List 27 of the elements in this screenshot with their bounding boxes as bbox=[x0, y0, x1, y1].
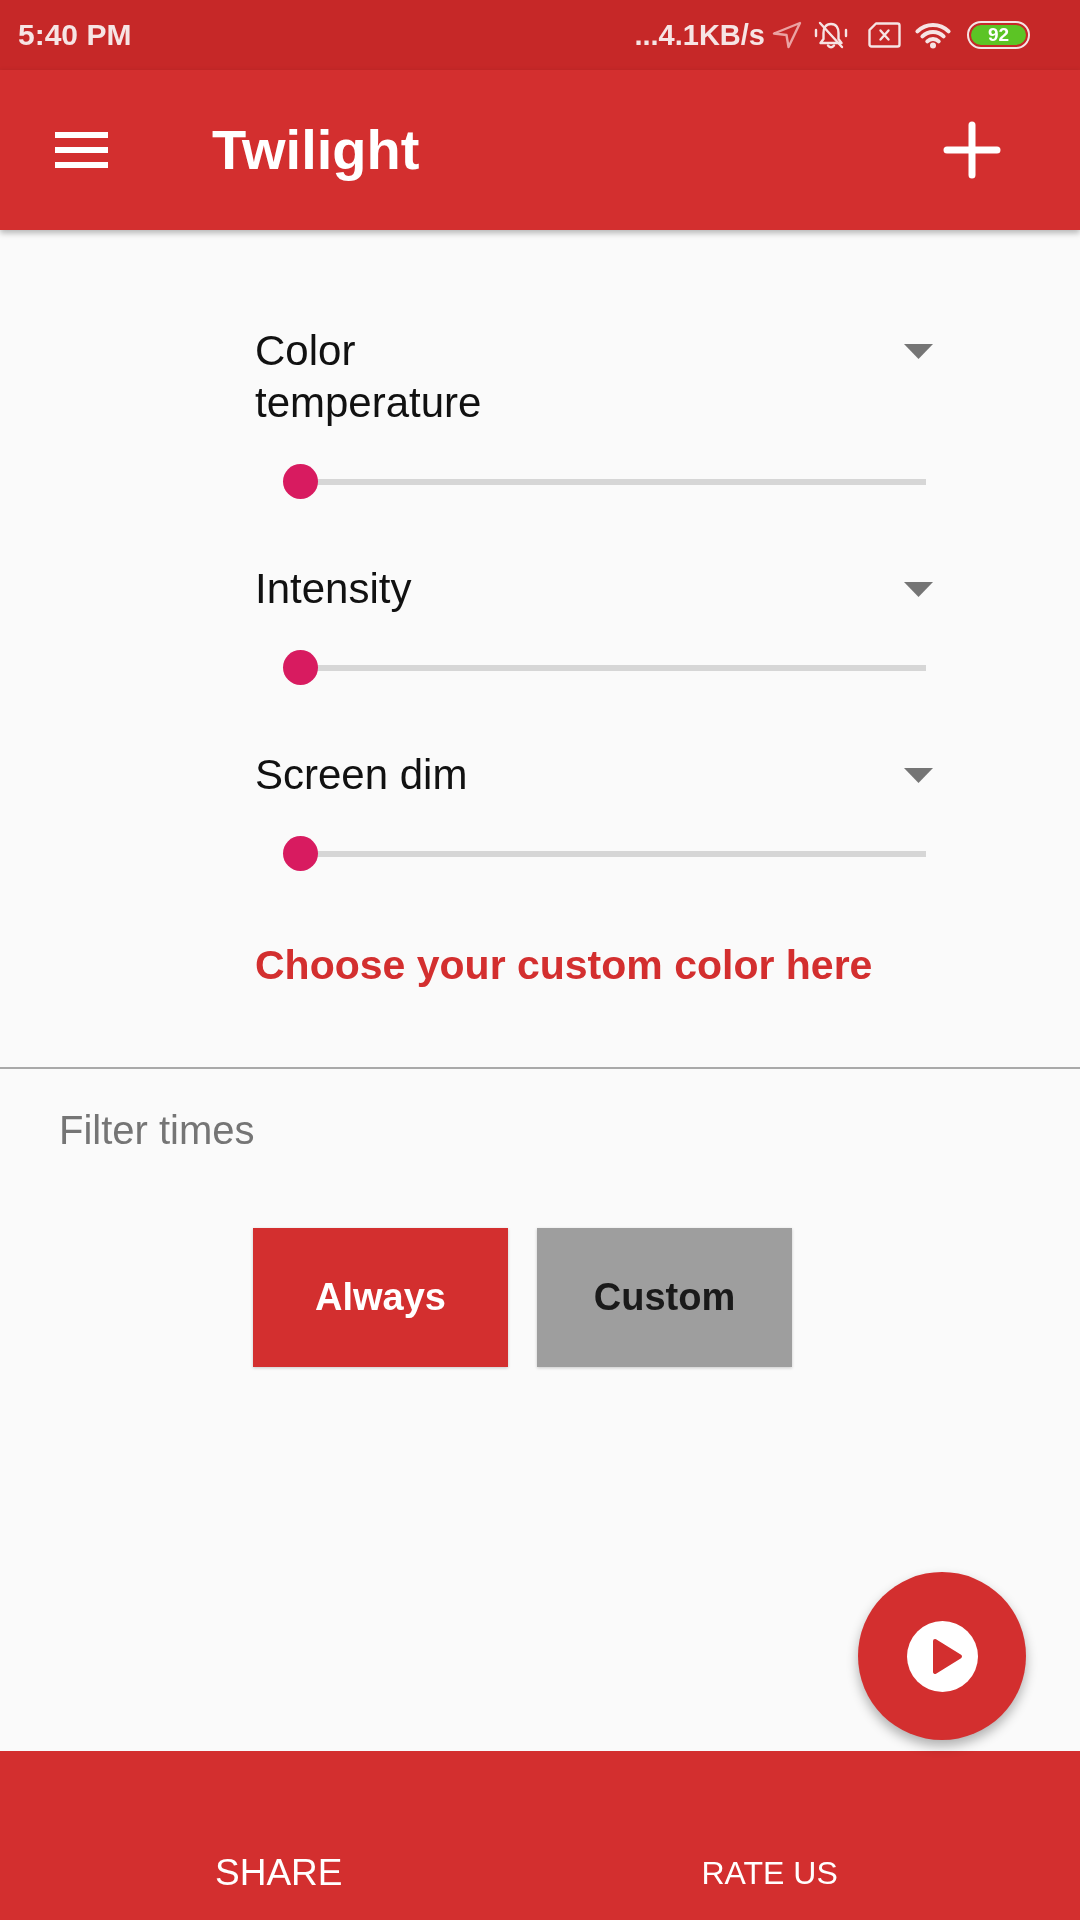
plus-icon[interactable] bbox=[943, 121, 1001, 179]
location-arrow-icon bbox=[772, 21, 802, 49]
status-time: 5:40 PM bbox=[18, 18, 132, 52]
bell-off-icon bbox=[814, 21, 848, 49]
slider-label: Intensity bbox=[255, 564, 412, 614]
wifi-icon bbox=[913, 21, 953, 49]
slider-thumb[interactable] bbox=[282, 650, 318, 685]
slider-label: Screen dim bbox=[255, 750, 468, 800]
app-title: Twilight bbox=[212, 118, 420, 182]
caret-down-icon[interactable] bbox=[904, 767, 933, 783]
play-icon bbox=[906, 1620, 978, 1692]
caret-down-icon[interactable] bbox=[904, 343, 933, 359]
rate-button[interactable]: RATE US bbox=[681, 1851, 858, 1895]
filter-option-button[interactable]: Custom bbox=[537, 1228, 792, 1367]
caret-down-icon[interactable] bbox=[904, 581, 933, 597]
section-label: Filter times bbox=[59, 1107, 255, 1153]
sim-card-icon bbox=[868, 22, 901, 48]
play-button[interactable] bbox=[858, 1572, 1026, 1740]
slider-label: Color temperature bbox=[255, 326, 483, 428]
slider-thumb[interactable] bbox=[282, 836, 318, 871]
battery-indicator: 92 bbox=[967, 21, 1030, 49]
slider-thumb[interactable] bbox=[282, 464, 318, 499]
network-speed: ...4.1KB/s bbox=[634, 18, 765, 52]
filter-option-button[interactable]: Always bbox=[253, 1228, 508, 1367]
share-button[interactable]: SHARE bbox=[195, 1851, 363, 1895]
custom-color-link[interactable]: Choose your custom color here bbox=[255, 941, 873, 989]
menu-icon[interactable] bbox=[55, 132, 108, 168]
